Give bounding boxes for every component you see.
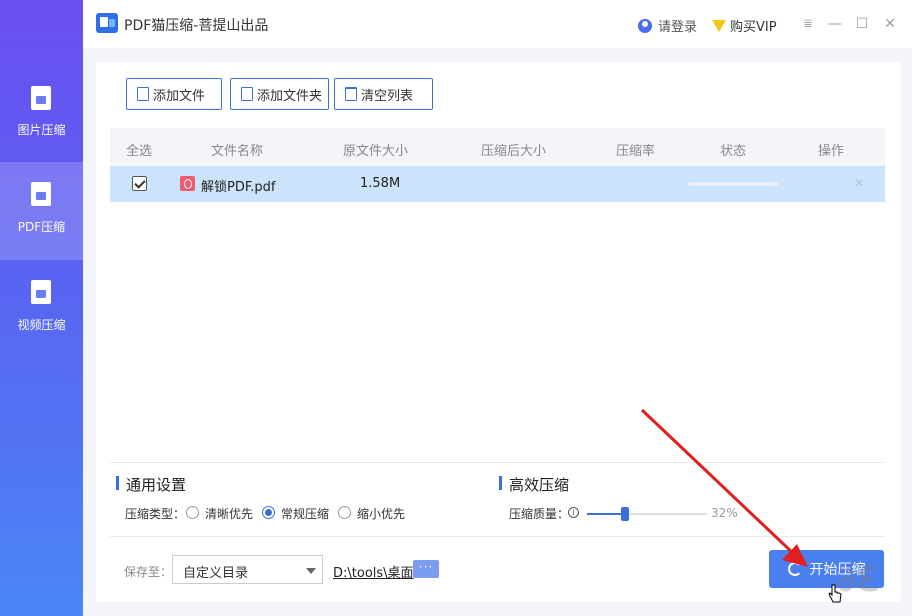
watermark-logo: ∂Ɛ [838, 560, 881, 600]
column-header: 压缩率 [616, 144, 656, 159]
add-folder-icon [241, 87, 253, 101]
divider [110, 462, 885, 463]
add-folder-button[interactable]: 添加文件夹 [230, 78, 329, 110]
info-icon[interactable]: i [568, 507, 579, 518]
video-file-icon [31, 280, 51, 304]
browse-button[interactable]: ··· [413, 560, 439, 578]
slider-fill [587, 513, 625, 515]
option-label[interactable]: 常规压缩 [281, 505, 329, 522]
clear-list-button[interactable]: 清空列表 [334, 78, 433, 110]
add-folder-label: 添加文件夹 [257, 88, 323, 104]
diamond-icon [712, 19, 726, 32]
save-path-link[interactable]: D:\tools\桌面 [333, 562, 414, 581]
quality-percent: 32% [711, 506, 738, 520]
section-marker [499, 476, 502, 490]
sidebar-item-label: 图片压缩 [17, 123, 66, 137]
column-header: 原文件大小 [343, 144, 409, 159]
select-value: 自定义目录 [183, 566, 249, 581]
login-link[interactable]: 请登录 [638, 16, 697, 35]
radio-smaller-first[interactable] [338, 506, 351, 519]
slider-handle[interactable] [621, 507, 629, 521]
radio-normal[interactable] [262, 506, 275, 519]
row-checkbox[interactable] [132, 176, 147, 191]
clear-list-label: 清空列表 [361, 88, 414, 104]
main-panel: 添加文件 添加文件夹 清空列表 全选 文件名称 原文件大小 压缩后大小 压缩率 … [96, 62, 901, 602]
sidebar-item-image-compress[interactable]: 图片压缩 [0, 64, 83, 162]
maximize-icon[interactable]: ☐ [853, 15, 871, 33]
option-label[interactable]: 缩小优先 [357, 505, 405, 522]
chevron-down-icon [306, 568, 316, 574]
hand-cursor-icon [828, 584, 842, 603]
sidebar-item-pdf-compress[interactable]: PDF压缩 [0, 162, 83, 260]
column-header: 操作 [818, 144, 845, 159]
select-all-header[interactable]: 全选 [126, 140, 152, 159]
buy-vip-link[interactable]: 购买VIP [712, 16, 777, 35]
column-header: 文件名称 [211, 144, 264, 159]
column-header: 压缩后大小 [481, 144, 547, 159]
image-file-icon [31, 86, 51, 110]
sidebar: 图片压缩 PDF压缩 视频压缩 [0, 0, 83, 616]
close-icon[interactable]: ✕ [881, 15, 899, 33]
sidebar-item-video-compress[interactable]: 视频压缩 [0, 260, 83, 358]
save-to-label: 保存至： [124, 565, 173, 579]
delete-row-icon[interactable]: ✕ [854, 176, 864, 190]
pdf-icon [180, 176, 195, 191]
original-size: 1.58M [360, 176, 401, 191]
add-file-label: 添加文件 [153, 88, 206, 104]
radio-clarity-first[interactable] [186, 506, 199, 519]
save-location-select[interactable]: 自定义目录 [172, 555, 323, 584]
minimize-icon[interactable]: — [826, 15, 844, 33]
add-file-icon [137, 87, 149, 101]
trash-icon [345, 87, 357, 101]
app-logo-icon [96, 13, 118, 33]
table-header: 全选 文件名称 原文件大小 压缩后大小 压缩率 状态 操作 [110, 128, 885, 166]
refresh-icon [787, 562, 802, 576]
menu-icon[interactable]: ⩸ [799, 15, 817, 33]
pdf-file-icon [31, 182, 51, 206]
app-title: PDF猫压缩-菩提山出品 [124, 18, 269, 34]
file-name: 解锁PDF.pdf [201, 180, 276, 195]
add-file-button[interactable]: 添加文件 [126, 78, 222, 110]
compress-type-label: 压缩类型： [125, 507, 186, 521]
column-header: 状态 [720, 144, 747, 159]
quality-slider[interactable] [587, 507, 707, 521]
sidebar-item-label: PDF压缩 [17, 220, 66, 234]
efficient-compress-title: 高效压缩 [509, 476, 570, 494]
login-label: 请登录 [658, 20, 698, 35]
user-icon [638, 18, 652, 33]
option-label[interactable]: 清晰优先 [205, 505, 253, 522]
quality-label: 压缩质量： [509, 507, 570, 521]
general-settings-title: 通用设置 [126, 476, 187, 494]
sidebar-item-label: 视频压缩 [17, 318, 66, 332]
section-marker [116, 476, 119, 490]
divider [110, 536, 885, 537]
vip-label: 购买VIP [730, 20, 777, 35]
table-row[interactable]: 解锁PDF.pdf 1.58M ✕ [110, 166, 885, 202]
progress-bar [688, 182, 778, 186]
watermark: ∂Ɛ [838, 560, 908, 612]
